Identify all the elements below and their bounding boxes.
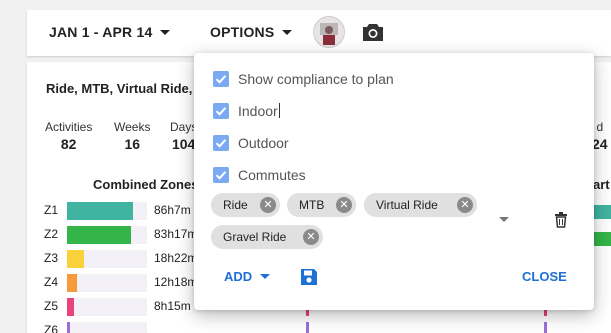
text-cursor (278, 103, 280, 118)
sport-chip-ride: Ride ✕ (211, 193, 280, 217)
avatar[interactable] (313, 16, 345, 48)
checkbox-label: Outdoor (238, 135, 289, 151)
zone-time: 8h15m (154, 299, 191, 313)
chip-remove-icon[interactable]: ✕ (457, 197, 473, 213)
chevron-down-icon (260, 274, 271, 279)
zone-label: Z4 (44, 275, 59, 289)
chevron-down-icon (160, 30, 171, 35)
options-label: OPTIONS (210, 24, 275, 40)
zone-bar-track (67, 298, 147, 316)
zone-bar-track (67, 250, 147, 268)
zone-bar-fill (67, 274, 77, 292)
chip-label: Gravel Ride (223, 230, 287, 244)
side-zone-bar (592, 232, 611, 246)
add-label: ADD (224, 269, 253, 284)
zone-label: Z2 (44, 227, 59, 241)
stat-right: d 24 (592, 120, 608, 152)
sports-filter-summary: Ride, MTB, Virtual Ride, (46, 81, 193, 96)
checkbox-checked-icon[interactable] (213, 71, 229, 87)
chip-label: MTB (299, 198, 325, 212)
stat-label: Activities (45, 120, 93, 134)
chip-label: Virtual Ride (376, 198, 438, 212)
checkbox-checked-icon[interactable] (213, 167, 229, 183)
zone-label: Z1 (44, 203, 59, 217)
zone-time: 18h22m (154, 251, 198, 265)
sport-select-dropdown-icon[interactable] (499, 217, 509, 222)
zone-bar-thin-2 (544, 322, 547, 333)
save-icon[interactable] (299, 267, 319, 292)
stat-label: Weeks (114, 120, 151, 134)
zone-bar-track (67, 322, 147, 333)
zone-label: Z3 (44, 251, 59, 265)
combined-zones-title: Combined Zones (93, 177, 199, 192)
zone-bar-fill (67, 226, 131, 244)
checkbox-label: Show compliance to plan (238, 71, 394, 87)
stat-label: d (596, 120, 604, 134)
zone-label: Z5 (44, 299, 59, 313)
close-button[interactable]: CLOSE (522, 269, 567, 284)
zone-time: 83h17m (154, 227, 198, 241)
zone-bar-track (67, 202, 147, 220)
stat-weeks: Weeks 16 (114, 120, 150, 152)
stat-value: 82 (60, 136, 77, 152)
checkbox-label: Indoor (238, 103, 280, 119)
checkbox-label: Commutes (238, 167, 306, 183)
right-chart-title: art (593, 177, 610, 192)
checkbox-checked-icon[interactable] (213, 103, 229, 119)
zone-label: Z6 (44, 323, 59, 333)
chip-remove-icon[interactable]: ✕ (260, 197, 276, 213)
date-range-dropdown[interactable]: JAN 1 - APR 14 (49, 24, 171, 40)
zone-time: 86h7m (154, 203, 191, 217)
stat-activities: Activities 82 (45, 120, 92, 152)
stat-value: 16 (124, 136, 141, 152)
sport-chip-virtual-ride: Virtual Ride ✕ (364, 193, 477, 217)
chevron-down-icon (282, 30, 293, 35)
add-button[interactable]: ADD (224, 269, 271, 284)
checkbox-label-text: Indoor (238, 103, 278, 119)
zone-bar-track (67, 226, 147, 244)
zone-bar-track (67, 274, 147, 292)
zone-bar-fill (67, 298, 74, 316)
sport-chip-gravel-ride: Gravel Ride ✕ (211, 225, 323, 249)
zone-bar-fill (67, 202, 133, 220)
zone-bar-thin (306, 322, 309, 333)
checkbox-checked-icon[interactable] (213, 135, 229, 151)
trash-icon[interactable] (554, 212, 568, 233)
zone-bar-fill (67, 322, 70, 333)
page: JAN 1 - APR 14 OPTIONS Ride, MTB, Virtua… (0, 0, 611, 333)
chip-remove-icon[interactable]: ✕ (336, 197, 352, 213)
stat-value: 24 (592, 136, 608, 152)
zone-time: 12h18m (154, 275, 198, 289)
zone-bar-fill (67, 250, 84, 268)
side-zone-bar (592, 205, 611, 219)
chip-label: Ride (223, 198, 248, 212)
zone-row: Z6 (44, 322, 604, 333)
top-toolbar: JAN 1 - APR 14 OPTIONS (27, 10, 611, 56)
chip-remove-icon[interactable]: ✕ (303, 229, 319, 245)
date-range-label: JAN 1 - APR 14 (49, 24, 153, 40)
options-dropdown[interactable]: OPTIONS (210, 24, 293, 40)
options-popup: Show compliance to plan Indoor Outdoor C… (194, 53, 594, 310)
sport-chip-mtb: MTB ✕ (287, 193, 356, 217)
camera-icon[interactable] (362, 22, 384, 47)
